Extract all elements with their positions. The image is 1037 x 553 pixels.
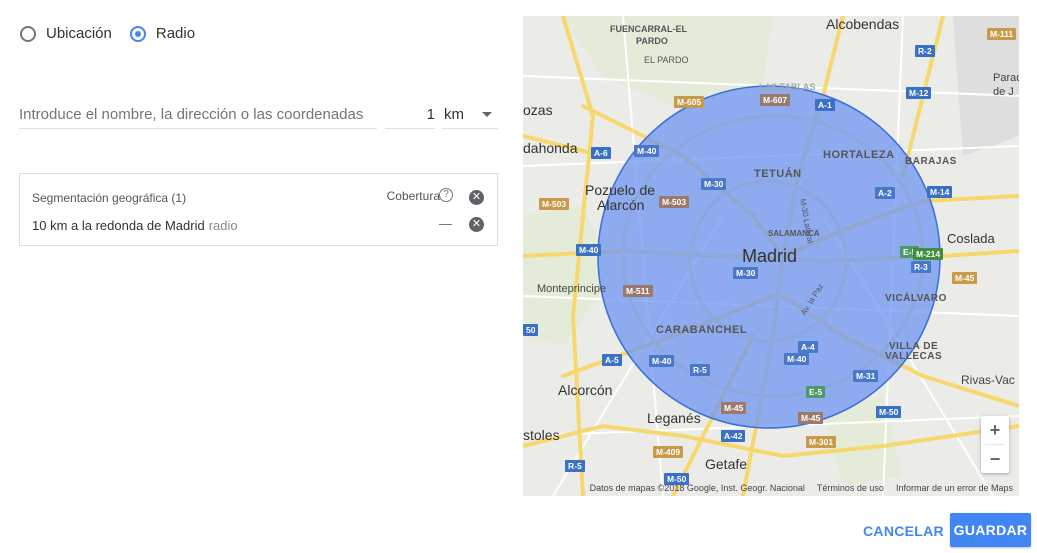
road-shield: M-30 [733, 267, 759, 279]
map-label-vallecas: VALLECAS [885, 351, 943, 362]
road-shield: M-409 [653, 446, 684, 458]
road-shield: A-2 [875, 187, 895, 199]
road-shield: M-605 [674, 96, 705, 108]
map-label-carabanchel: CARABANCHEL [656, 324, 748, 336]
map-label-alcobendas: Alcobendas [826, 16, 900, 32]
geo-targeting-title: Segmentación geográfica (1) [32, 191, 187, 205]
map-label-madrid: Madrid [742, 246, 798, 266]
map-label-leganes: Leganés [647, 410, 701, 426]
road-shield: M-40 [634, 145, 660, 157]
road-shield: M-31 [853, 370, 879, 382]
road-shield: E-5 [806, 386, 826, 398]
map-label-fuencarral: FUENCARRAL-EL [610, 24, 687, 34]
road-shield: M-45 [721, 402, 747, 414]
radio-option-location[interactable]: Ubicación [20, 25, 112, 42]
road-shield: M-45 [952, 272, 978, 284]
radio-label-radius: Radio [155, 25, 196, 42]
radius-unit-select[interactable]: km [442, 100, 498, 129]
road-shield: M-214 [913, 248, 944, 260]
road-shield: M-30 [701, 178, 727, 190]
map-label-coslada: Coslada [947, 231, 995, 246]
road-shield: M-503 [539, 198, 570, 210]
targeting-row-type: radio [208, 218, 238, 233]
road-shield: A-4 [798, 341, 818, 353]
map-label-barajas: BARAJAS [905, 156, 957, 167]
road-shield: M-50 [876, 406, 902, 418]
map-label-rozas: ozas [523, 102, 553, 118]
map-label-rivas: Rivas-Vac [961, 373, 1015, 387]
map-label-vicalvaro: VICÁLVARO [885, 293, 947, 304]
map-label-el-pardo: EL PARDO [644, 55, 689, 65]
targeting-row-text: 10 km a la redonda de Madrid [32, 218, 205, 233]
geo-targeting-panel: Segmentación geográfica (1) Cobertura ? … [19, 173, 498, 246]
map-attribution: Datos de mapas ©2018 Google, Inst. Geogr… [589, 483, 805, 493]
map-label-pozuelo: Pozuelo de [585, 182, 656, 198]
map-label-pardo: PARDO [636, 36, 668, 46]
road-shield: A-1 [815, 99, 835, 111]
road-shield: A-5 [602, 354, 622, 366]
road-shield: M-40 [784, 353, 810, 365]
radius-unit-value: km [444, 105, 464, 123]
radio-unchecked-icon[interactable] [20, 25, 36, 42]
radio-label-location: Ubicación [46, 25, 112, 42]
road-shield: M-45 [798, 412, 824, 424]
road-shield: M-14 [927, 186, 953, 198]
help-icon[interactable]: ? [439, 188, 453, 202]
map-label-alcorcon: Alcorcón [558, 382, 613, 398]
remove-row-close-icon[interactable]: ✕ [469, 217, 484, 232]
road-shield: R-5 [690, 364, 710, 376]
map-attribution-bar: Datos de mapas ©2018 Google, Inst. Geogr… [523, 480, 1019, 496]
road-shield: A-6 [591, 147, 611, 159]
map-label-getafe: Getafe [705, 456, 748, 472]
road-shield: M-111 [987, 28, 1017, 40]
map-zoom-control: + − [981, 416, 1009, 473]
road-shield: M-40 [576, 244, 602, 256]
targeting-row: 10 km a la redonda de Madrid radio [32, 218, 238, 233]
location-search-input[interactable] [19, 100, 377, 129]
map-label-mostoles: stoles [523, 427, 560, 443]
save-button[interactable]: GUARDAR [950, 513, 1031, 547]
map-view[interactable]: Alcobendas FUENCARRAL-EL PARDO EL PARDO … [523, 16, 1019, 496]
road-shield: M-607 [760, 94, 791, 106]
map-label-hortaleza: HORTALEZA [823, 149, 895, 161]
road-shield: R-5 [565, 460, 585, 472]
cancel-button[interactable]: CANCELAR [855, 515, 952, 547]
map-label-tetuan: TETUÁN [754, 168, 802, 180]
road-shield: 50 [523, 324, 539, 336]
remove-all-close-icon[interactable]: ✕ [469, 190, 484, 205]
road-shield: M-301 [806, 436, 837, 448]
map-label-alarcon: Alarcón [597, 197, 645, 213]
zoom-in-button[interactable]: + [981, 416, 1009, 444]
coverage-label: Cobertura [386, 189, 440, 203]
chevron-down-icon [482, 111, 492, 117]
road-shield: R-2 [915, 45, 935, 57]
map-terms-link[interactable]: Términos de uso [817, 483, 884, 493]
map-label-monteprincipe: Monteprincipe [537, 283, 607, 295]
road-shield: M-503 [659, 196, 690, 208]
map-label-paracuellos: Parac [993, 72, 1019, 84]
map-label-paracuellos-2: de J [993, 86, 1014, 98]
map-report-link[interactable]: Informar de un error de Maps [896, 483, 1013, 493]
radio-checked-icon[interactable] [129, 25, 146, 42]
road-shield: R-3 [911, 261, 931, 273]
road-shield: A-42 [721, 430, 746, 442]
map-label-las-tablas: LAS TABLAS [759, 82, 816, 92]
location-mode-radio-group: Ubicación Radio [20, 25, 213, 42]
road-shield: M-12 [906, 87, 932, 99]
radio-option-radius[interactable]: Radio [129, 25, 196, 42]
road-shield: M-511 [623, 285, 653, 297]
road-shield: M-40 [649, 355, 675, 367]
map-label-majadahonda: dahonda [523, 140, 578, 156]
radius-value-input[interactable] [385, 100, 435, 129]
coverage-value: — [439, 216, 452, 231]
zoom-out-button[interactable]: − [981, 445, 1009, 473]
